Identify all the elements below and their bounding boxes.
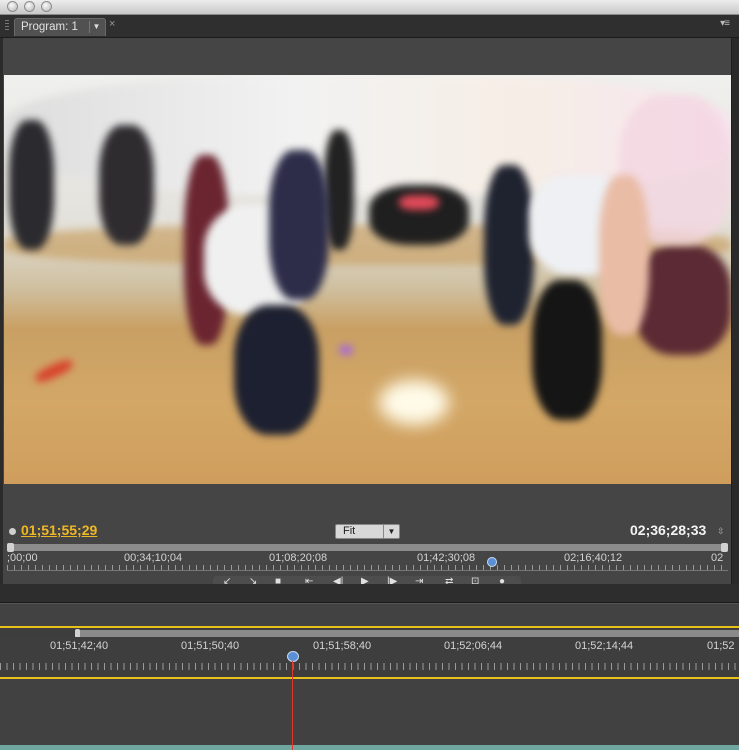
video-track[interactable]: [0, 679, 739, 745]
dancer-figure: [484, 165, 534, 325]
panel-divider[interactable]: [0, 584, 739, 603]
dancer-pants: [234, 305, 319, 435]
musician-figure: [9, 120, 54, 250]
timeline-ruler-label: 01;51;42;40: [50, 640, 109, 652]
ruler-label: ;00;00: [7, 552, 38, 564]
close-window-button[interactable]: [7, 1, 18, 12]
floor-light-red: [33, 357, 75, 385]
current-timecode[interactable]: 01;51;55;29: [21, 522, 97, 538]
minimize-window-button[interactable]: [24, 1, 35, 12]
work-area-bar[interactable]: [0, 626, 739, 628]
playhead-icon[interactable]: [487, 557, 497, 567]
video-frame[interactable]: [4, 75, 731, 484]
zoom-handle-left[interactable]: [7, 543, 14, 552]
window-titlebar: [0, 0, 739, 15]
timeline-ruler-label: 01;51;50;40: [181, 640, 240, 652]
panel-grip-icon[interactable]: [5, 20, 9, 32]
floor-light-glare: [379, 380, 449, 425]
zoom-level-select[interactable]: Fit ▼: [335, 524, 400, 539]
tab-program-monitor[interactable]: Program: 1 ▼: [14, 18, 106, 36]
tab-label: Program: 1: [21, 21, 78, 33]
panel-menu-icon[interactable]: ▾≡: [720, 18, 730, 29]
timeline-panel: 01;51;42;40 01;51;50;40 01;51;58;40 01;5…: [0, 603, 739, 750]
snap-indicator-icon: [9, 528, 16, 535]
duration-timecode: 02;36;28;33: [630, 522, 707, 538]
ruler-label: 01;42;30;08: [417, 552, 476, 564]
dancer-figure: [269, 150, 329, 300]
dancer-dress: [599, 175, 649, 335]
timeline-ruler-label: 01;51;58;40: [313, 640, 372, 652]
timeline-time-ruler[interactable]: 01;51;42;40 01;51;50;40 01;51;58;40 01;5…: [0, 637, 739, 671]
playhead-line[interactable]: [292, 661, 293, 750]
dancer-pants: [532, 280, 602, 420]
timeline-zoom-scrollbar[interactable]: [75, 629, 739, 638]
panel-right-edge: [731, 38, 739, 584]
musician-figure: [99, 125, 154, 245]
duration-toggle-icon[interactable]: ⇳: [717, 526, 725, 537]
panel-tab-bar: Program: 1 ▼ × ▾≡: [0, 15, 739, 38]
ruler-label: 02;16;40;12: [564, 552, 623, 564]
ruler-label: 00;34;10;04: [124, 552, 183, 564]
floor-light-purple: [339, 345, 353, 355]
dj-table: [369, 185, 469, 245]
close-tab-icon[interactable]: ×: [109, 18, 115, 30]
zoom-handle-right[interactable]: [721, 543, 728, 552]
timeline-ruler-label: 01;52;06;44: [444, 640, 503, 652]
ruler-label: 02: [711, 552, 724, 564]
timeline-ruler-label: 01;52;14;44: [575, 640, 634, 652]
dj-sign: [399, 195, 439, 210]
timeline-ruler-ticks: [0, 663, 739, 670]
ruler-label: 01;08;20;08: [269, 552, 328, 564]
zoom-level-value: Fit: [343, 525, 356, 537]
ruler-baseline: [7, 570, 728, 571]
dropdown-arrow-icon[interactable]: ▼: [89, 21, 103, 33]
timeline-ruler-label: 01;52: [707, 640, 735, 652]
timeline-header: [0, 603, 739, 626]
zoom-window-button[interactable]: [41, 1, 52, 12]
timeline-playhead-icon[interactable]: [287, 651, 299, 662]
chevron-down-icon: ▼: [383, 525, 399, 538]
clip-strip[interactable]: [0, 745, 739, 750]
monitor-time-ruler[interactable]: ;00;00 00;34;10;04 01;08;20;08 01;42;30;…: [7, 552, 728, 571]
monitor-zoom-scrollbar[interactable]: [7, 543, 728, 552]
